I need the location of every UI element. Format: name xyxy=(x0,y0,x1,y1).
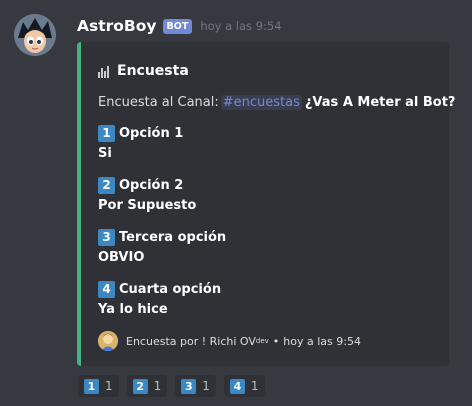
option-name: Cuarta opción xyxy=(119,281,222,297)
keycap-4-icon: 4 xyxy=(98,280,115,298)
message-header: AstroBoy BOT hoy a las 9:54 xyxy=(77,14,282,38)
option-name: Opción 1 xyxy=(119,125,184,141)
keycap-1-icon: 1 xyxy=(98,124,115,142)
keycap-2-icon: 2 xyxy=(132,378,148,394)
username[interactable]: AstroBoy xyxy=(77,17,157,35)
message-timestamp[interactable]: hoy a las 9:54 xyxy=(200,19,281,33)
embed-title-text: Encuesta xyxy=(117,63,189,79)
reaction-count: 1 xyxy=(202,379,210,393)
bot-tag: BOT xyxy=(162,18,193,34)
poll-question: ¿Vas A Meter al Bot? xyxy=(304,95,456,110)
poll-option-4: 4 Cuarta opción Ya lo hice xyxy=(98,280,221,317)
embed-description: Encuesta al Canal: #encuestas ¿Vas A Met… xyxy=(98,95,455,110)
avatar[interactable] xyxy=(14,14,56,56)
embed-footer: Encuesta por ! Richi OV dev • hoy a las 9… xyxy=(98,331,361,351)
option-value: Por Supuesto xyxy=(98,198,197,213)
reaction-1[interactable]: 1 1 xyxy=(78,375,119,397)
reaction-4[interactable]: 4 1 xyxy=(223,375,265,397)
description-prefix: Encuesta al Canal: xyxy=(98,95,219,110)
keycap-3-icon: 3 xyxy=(181,378,197,394)
embed-title: Encuesta xyxy=(98,63,189,79)
option-name: Opción 2 xyxy=(119,177,184,193)
option-value: Si xyxy=(98,146,112,161)
footer-superscript: dev xyxy=(255,337,269,345)
poll-option-1: 1 Opción 1 Si xyxy=(98,124,183,161)
keycap-4-icon: 4 xyxy=(229,378,245,394)
option-value: OBVIO xyxy=(98,250,145,265)
option-name: Tercera opción xyxy=(119,229,227,245)
keycap-1-icon: 1 xyxy=(84,378,99,394)
reaction-count: 1 xyxy=(250,379,259,393)
channel-mention[interactable]: #encuestas xyxy=(220,95,302,110)
footer-timestamp: hoy a las 9:54 xyxy=(283,334,361,348)
keycap-2-icon: 2 xyxy=(98,176,115,194)
option-value: Ya lo hice xyxy=(98,302,168,317)
footer-text: Encuesta por ! Richi OV xyxy=(126,334,256,348)
reaction-bar: 1 1 2 1 3 1 4 1 xyxy=(78,375,265,397)
footer-avatar xyxy=(98,331,118,351)
keycap-3-icon: 3 xyxy=(98,228,115,246)
poll-option-2: 2 Opción 2 Por Supuesto xyxy=(98,176,196,213)
poll-option-3: 3 Tercera opción OBVIO xyxy=(98,228,226,265)
reaction-3[interactable]: 3 1 xyxy=(175,375,216,397)
reaction-2[interactable]: 2 1 xyxy=(126,375,168,397)
bar-chart-icon xyxy=(98,64,113,78)
footer-separator: • xyxy=(272,334,280,348)
reaction-count: 1 xyxy=(153,379,162,393)
reaction-count: 1 xyxy=(105,379,113,393)
poll-embed: Encuesta Encuesta al Canal: #encuestas ¿… xyxy=(77,42,455,366)
